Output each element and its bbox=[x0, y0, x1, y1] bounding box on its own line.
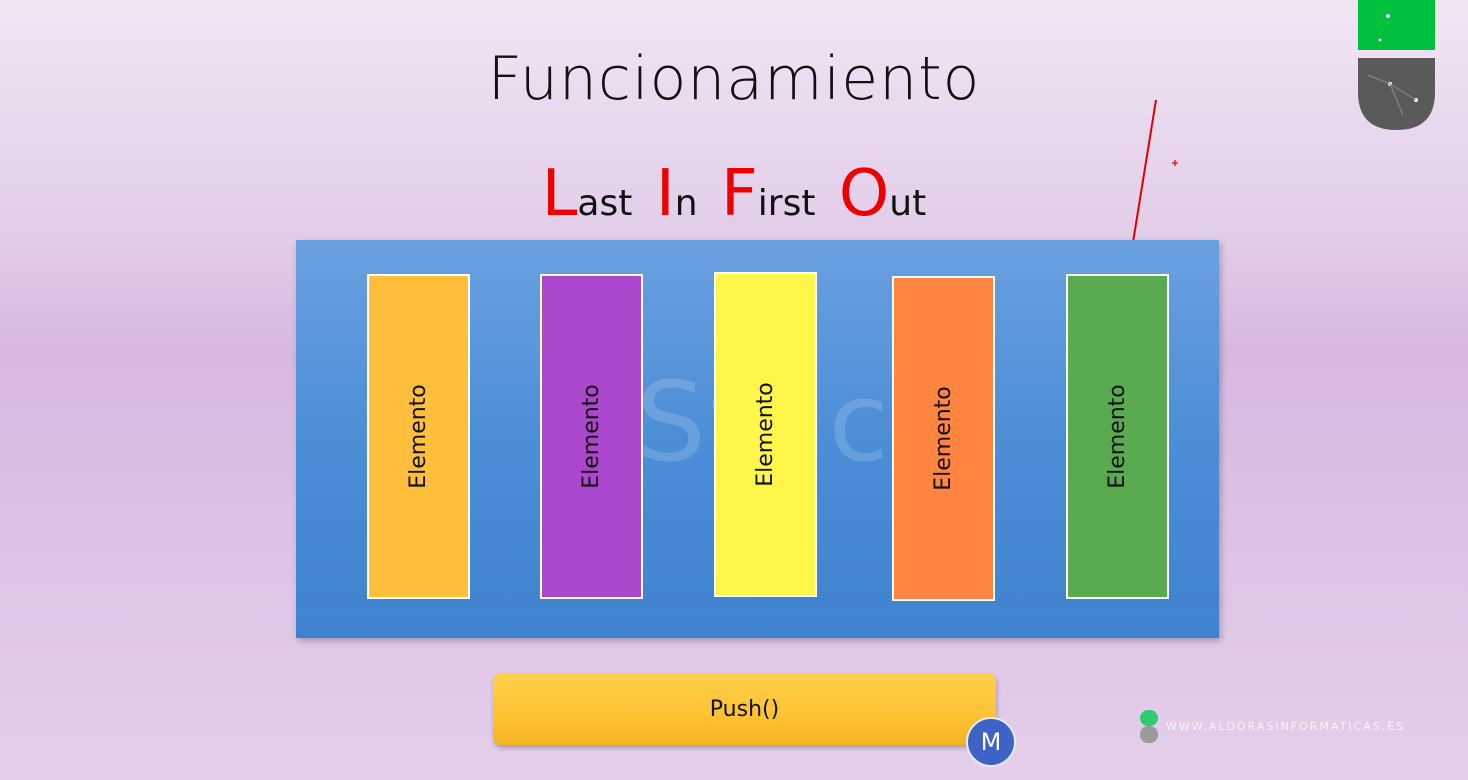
lifo-heading: Last In First Out bbox=[0, 162, 1468, 226]
push-button[interactable]: Push() bbox=[493, 673, 996, 745]
element-label: Elemento bbox=[753, 382, 779, 487]
avatar[interactable]: M bbox=[966, 717, 1016, 767]
stack-element: Elemento bbox=[892, 276, 995, 601]
lifo-rest: ut bbox=[889, 183, 927, 224]
stack-element: Elemento bbox=[367, 274, 470, 599]
element-label: Elemento bbox=[1105, 384, 1131, 489]
lifo-initial: L bbox=[541, 157, 578, 231]
lifo-word-out: Out bbox=[839, 162, 927, 226]
slide-title: Funcionamiento bbox=[487, 44, 981, 114]
lifo-initial: I bbox=[655, 157, 675, 231]
lifo-word-last: Last bbox=[542, 162, 633, 226]
lifo-initial: F bbox=[720, 157, 758, 231]
element-label: Elemento bbox=[406, 384, 432, 489]
lifo-rest: ast bbox=[577, 183, 633, 224]
stack-element: Elemento bbox=[1066, 274, 1169, 599]
element-label: Elemento bbox=[931, 386, 957, 491]
stack-element: Elemento bbox=[714, 272, 817, 597]
brand-footer-text: WWW.ALDORASINFORMATICAS.ES bbox=[1166, 720, 1406, 733]
lifo-rest: irst bbox=[757, 183, 816, 224]
lifo-initial: O bbox=[838, 157, 890, 231]
lifo-rest: n bbox=[674, 183, 698, 224]
element-label: Elemento bbox=[579, 384, 605, 489]
stack-element: Elemento bbox=[540, 274, 643, 599]
stack-container: Stack Elemento Elemento Elemento Element… bbox=[296, 240, 1219, 638]
lifo-word-first: First bbox=[721, 162, 816, 226]
lifo-word-in: In bbox=[656, 162, 698, 226]
